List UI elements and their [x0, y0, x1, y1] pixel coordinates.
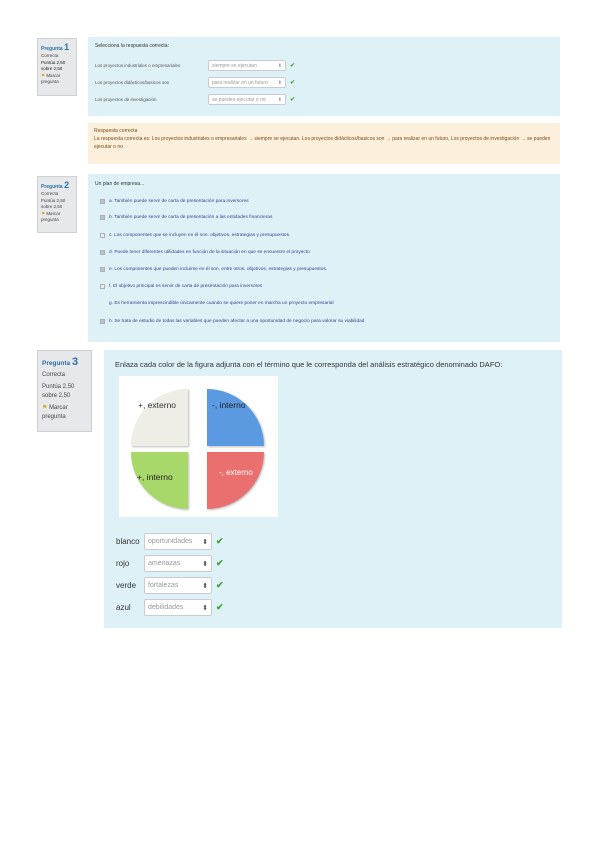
- match-label: rojo: [116, 559, 130, 568]
- flag-icon: ⚑: [41, 211, 46, 217]
- checkbox[interactable]: [100, 233, 105, 238]
- question-number: Pregunta 2: [41, 180, 70, 190]
- question-3-content: Enlaza cada color de la figura adjunta c…: [104, 350, 562, 628]
- select-arrow-icon: ⬍: [202, 560, 208, 568]
- select-arrow-icon: ⬍: [277, 79, 282, 86]
- question-1-content: Selecciona la respuesta correcta: Los pr…: [88, 37, 560, 116]
- option-text: a. También puede servir de carta de pres…: [109, 199, 249, 204]
- match-row: Los proyectos didácticos/basicos son par…: [95, 77, 295, 88]
- checkbox[interactable]: [100, 199, 105, 204]
- question-info-1: Pregunta 1 Correcta Puntúa 2,50 sobre 2,…: [37, 38, 77, 96]
- quadrant-label: -, interno: [212, 400, 246, 410]
- answer-select[interactable]: oportunidades ⬍: [144, 533, 212, 550]
- flag-question-link[interactable]: ⚑ Marcar pregunta: [41, 211, 73, 224]
- check-icon: ✔: [216, 602, 224, 612]
- check-icon: ✔: [216, 580, 224, 590]
- option-text: e. Los componentes que pueden incluirse …: [109, 267, 328, 272]
- checkbox[interactable]: [100, 267, 105, 272]
- select-arrow-icon: ⬍: [202, 604, 208, 612]
- checkbox[interactable]: [100, 319, 105, 324]
- quadrant-label: +, interno: [137, 472, 173, 482]
- question-status: Correcta: [41, 52, 59, 58]
- select-value: siempre se ejecutan: [212, 62, 257, 69]
- select-value: para realizar en un futuro: [212, 79, 268, 86]
- question-score: Puntúa 2,50 sobre 2,50: [41, 59, 66, 72]
- select-arrow-icon: ⬍: [202, 538, 208, 546]
- answer-option[interactable]: h. Se trata de estudio de todas las vari…: [100, 319, 364, 324]
- option-text: f. El objetivo principal es servir de ca…: [109, 284, 263, 289]
- match-row: azul debilidades ⬍ ✔: [116, 599, 224, 616]
- flag-question-link[interactable]: ⚑ Marcar pregunta: [41, 73, 73, 86]
- match-row: verde fortalezas ⬍ ✔: [116, 577, 224, 594]
- select-value: se pueden ejecutar o no: [212, 96, 266, 103]
- quadrant-bottom-right: [207, 452, 264, 509]
- question-score: Puntúa 2,50 sobre 2,50: [41, 197, 66, 210]
- question-prompt: Un plan de empresa...: [95, 181, 145, 187]
- question-status: Correcta: [42, 372, 66, 379]
- match-label: blanco: [116, 537, 140, 546]
- answer-select[interactable]: se pueden ejecutar o no ⬍: [208, 94, 286, 105]
- question-score: Puntúa 2,50 sobre 2,50: [42, 384, 75, 400]
- match-row: blanco oportunidades ⬍ ✔: [116, 533, 224, 550]
- check-icon: ✔: [290, 97, 296, 103]
- select-arrow-icon: ⬍: [277, 96, 282, 103]
- checkbox[interactable]: [100, 250, 105, 255]
- answer-option[interactable]: b. También puede servir de carta de pres…: [100, 215, 272, 220]
- question-info-2: Pregunta 2 Correcta Puntúa 2,50 sobre 2,…: [37, 176, 77, 233]
- feedback-text: La respuesta correcta es: Los proyectos …: [94, 135, 551, 150]
- flag-question-link[interactable]: ⚑ Marcar pregunta: [42, 404, 87, 421]
- match-label: azul: [116, 603, 131, 612]
- match-label: Los proyectos industriales o empresarial…: [95, 63, 181, 68]
- question-status: Correcta: [41, 190, 59, 196]
- match-row: rojo amenazas ⬍ ✔: [116, 555, 224, 572]
- answer-select[interactable]: para realizar en un futuro ⬍: [208, 77, 286, 88]
- match-row: Los proyectos de investigación se pueden…: [95, 94, 295, 105]
- select-value: fortalezas: [148, 582, 179, 589]
- select-value: debilidades: [148, 604, 184, 611]
- answer-select[interactable]: debilidades ⬍: [144, 599, 212, 616]
- match-label: verde: [116, 581, 137, 590]
- option-text: g. Es herramienta imprescindible únicame…: [109, 301, 334, 306]
- question-number: Pregunta 1: [41, 42, 70, 52]
- quadrant-label: +, externo: [138, 400, 177, 410]
- question-prompt: Selecciona la respuesta correcta:: [95, 43, 169, 49]
- checkbox[interactable]: [100, 284, 105, 289]
- feedback-title: Respuesta correcta: [94, 128, 138, 134]
- quadrant-label: -, externo: [219, 468, 253, 477]
- question-number: Pregunta 3: [42, 356, 79, 368]
- select-arrow-icon: ⬍: [202, 582, 208, 590]
- dafo-figure: +, externo -, interno +, interno -, exte…: [119, 376, 278, 517]
- answer-option[interactable]: g. Es herramienta imprescindible únicame…: [100, 301, 334, 306]
- select-value: oportunidades: [148, 538, 193, 545]
- match-label: Los proyectos didácticos/basicos son: [95, 80, 170, 85]
- option-text: d. Puede tener diferentes utilidades en …: [109, 250, 310, 255]
- select-arrow-icon: ⬍: [277, 62, 282, 69]
- flag-icon: ⚑: [42, 405, 48, 412]
- answer-select[interactable]: amenazas ⬍: [144, 555, 212, 572]
- answer-select[interactable]: fortalezas ⬍: [144, 577, 212, 594]
- question-prompt: Enlaza cada color de la figura adjunta c…: [115, 360, 503, 369]
- check-icon: ✔: [216, 558, 224, 568]
- answer-option[interactable]: a. También puede servir de carta de pres…: [100, 199, 249, 204]
- quadrant-top-left: [131, 389, 188, 446]
- option-text: h. Se trata de estudio de todas las vari…: [109, 319, 365, 324]
- answer-option[interactable]: c. Los componentes que se incluyen en él…: [100, 233, 290, 238]
- checkbox[interactable]: [100, 215, 105, 220]
- match-row: Los proyectos industriales o empresarial…: [95, 60, 295, 71]
- option-text: c. Los componentes que se incluyen en él…: [109, 233, 291, 238]
- answer-option[interactable]: d. Puede tener diferentes utilidades en …: [100, 250, 310, 255]
- match-label: Los proyectos de investigación: [95, 97, 157, 102]
- answer-option[interactable]: e. Los componentes que pueden incluirse …: [100, 267, 327, 272]
- question-info-3: Pregunta 3 Correcta Puntúa 2,50 sobre 2,…: [37, 350, 92, 432]
- feedback-box: Respuesta correcta La respuesta correcta…: [88, 123, 560, 164]
- check-icon: ✔: [216, 536, 224, 546]
- check-icon: ✔: [290, 80, 296, 86]
- flag-icon: ⚑: [41, 73, 46, 79]
- check-icon: ✔: [290, 63, 296, 69]
- answer-select[interactable]: siempre se ejecutan ⬍: [208, 60, 286, 71]
- quadrant-top-right: [207, 389, 264, 446]
- select-value: amenazas: [148, 560, 181, 567]
- option-text: b. También puede servir de carta de pres…: [109, 215, 273, 220]
- answer-option[interactable]: f. El objetivo principal es servir de ca…: [100, 284, 262, 289]
